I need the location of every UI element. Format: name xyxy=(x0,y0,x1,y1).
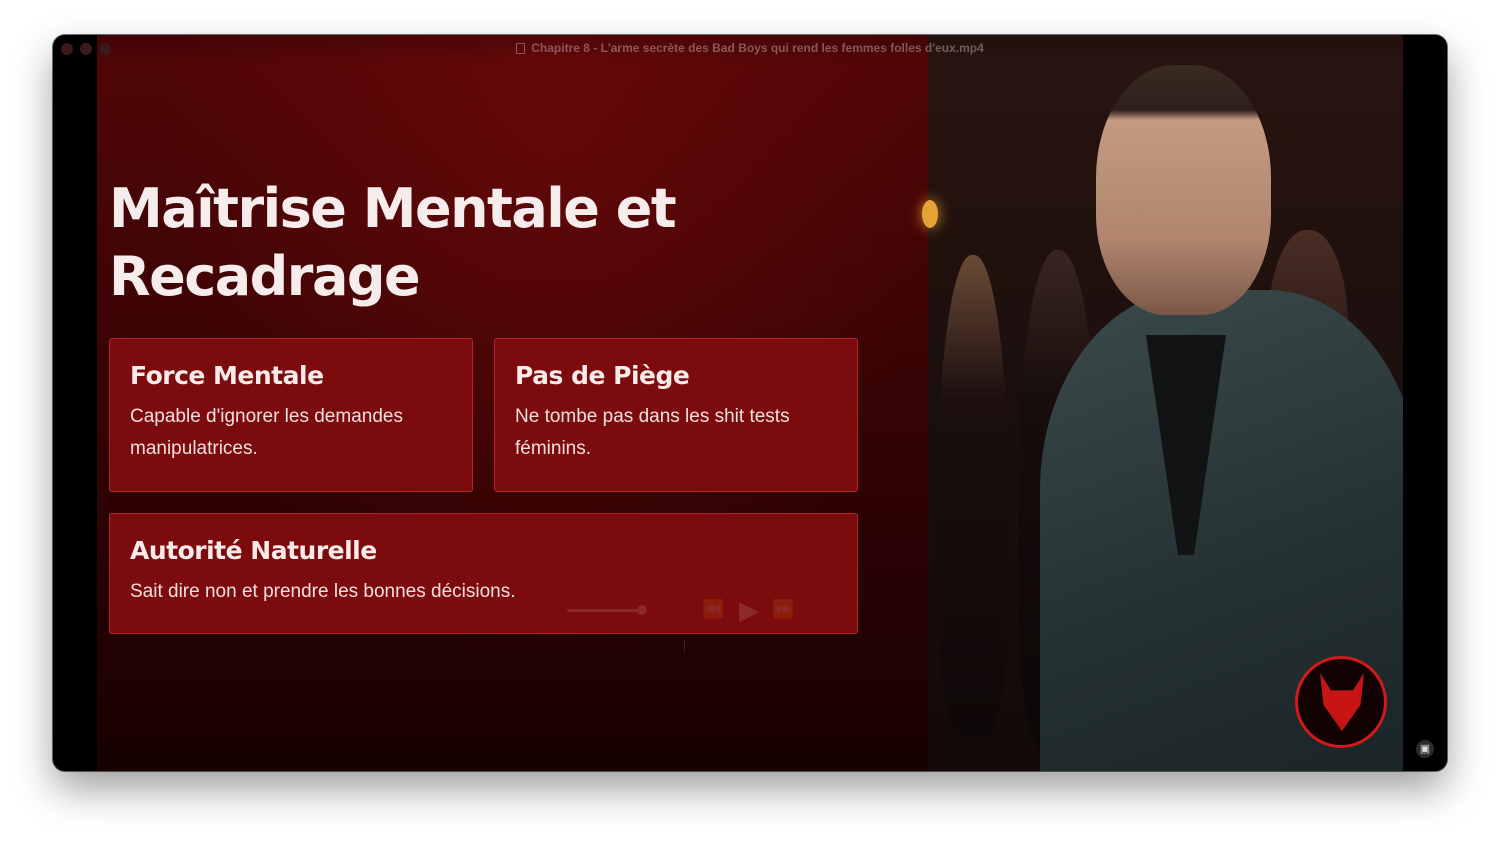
slide-photo xyxy=(922,35,1403,771)
card-force-mentale: Force Mentale Capable d'ignorer les dema… xyxy=(109,338,473,492)
fast-forward-icon[interactable]: ⏩ xyxy=(772,599,794,620)
volume-slider[interactable] xyxy=(567,609,642,612)
card-title: Autorité Naturelle xyxy=(130,536,377,565)
man-portrait xyxy=(1096,65,1271,315)
playback-controls[interactable]: ⏪ ▶ ⏩ xyxy=(567,595,897,658)
video-frame[interactable]: Maîtrise Mentale et Recadrage Force Ment… xyxy=(97,35,1403,771)
video-player-window: Chapitre 8 - L'arme secrète des Bad Boys… xyxy=(53,35,1447,771)
window-title: Chapitre 8 - L'arme secrète des Bad Boys… xyxy=(53,41,1447,55)
timeline-scrubber[interactable] xyxy=(684,640,685,652)
letterbox-bar xyxy=(1403,35,1447,771)
slide-heading: Maîtrise Mentale et Recadrage xyxy=(109,177,677,308)
volume-knob[interactable] xyxy=(637,605,647,615)
document-icon xyxy=(516,43,526,54)
slide-text-panel: Maîtrise Mentale et Recadrage Force Ment… xyxy=(97,35,928,771)
title-bar[interactable]: Chapitre 8 - L'arme secrète des Bad Boys… xyxy=(53,35,1447,63)
wolf-head-icon xyxy=(1320,673,1364,731)
background-figure xyxy=(938,255,1008,735)
card-pas-de-piege: Pas de Piège Ne tombe pas dans les shit … xyxy=(494,338,858,492)
play-icon[interactable]: ▶ xyxy=(739,595,759,626)
live-text-icon[interactable]: ▣ xyxy=(1416,740,1434,758)
wolf-logo xyxy=(1295,656,1387,748)
card-title: Pas de Piège xyxy=(515,361,690,390)
card-text: Capable d'ignorer les demandes manipulat… xyxy=(130,406,403,459)
rewind-icon[interactable]: ⏪ xyxy=(702,599,724,620)
card-text: Ne tombe pas dans les shit tests féminin… xyxy=(515,406,790,459)
window-title-text: Chapitre 8 - L'arme secrète des Bad Boys… xyxy=(531,41,984,55)
wall-lamp xyxy=(922,200,938,228)
card-title: Force Mentale xyxy=(130,361,324,390)
